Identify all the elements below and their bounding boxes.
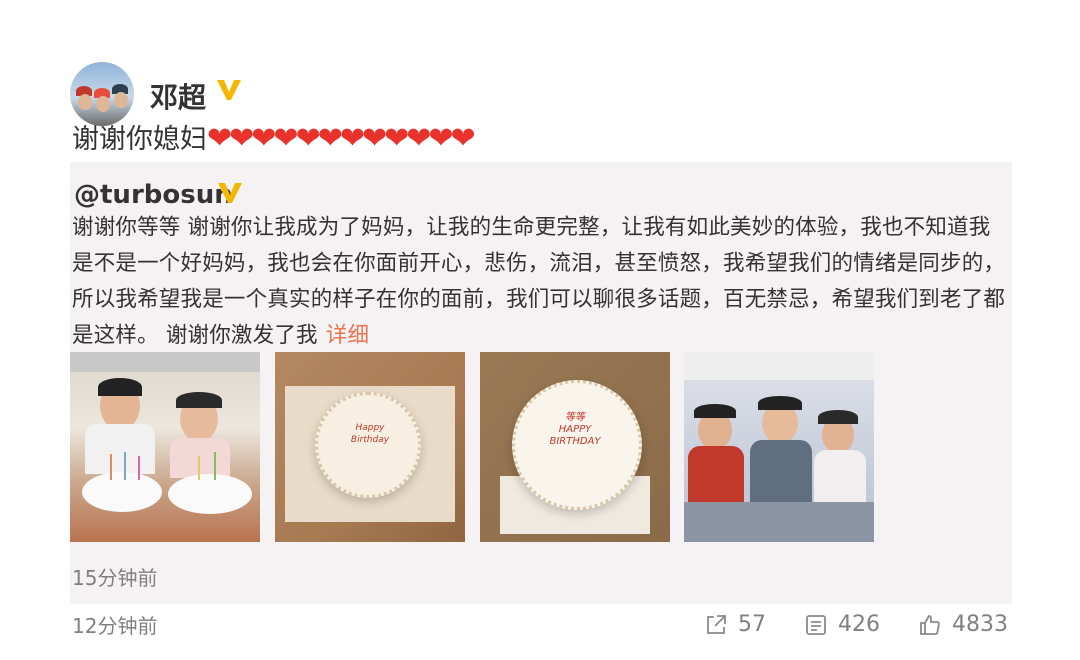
verified-icon [216,79,242,106]
verified-icon [217,182,243,209]
cake-inscription-1: Happy Birthday [350,423,390,445]
original-text-content: 谢谢你等等 谢谢你让我成为了妈妈，让我的生命更完整，让我有如此美妙的体验，我也不… [72,215,1006,348]
comment-icon [806,614,826,635]
cake-photo-2[interactable]: 等等 HAPPY BIRTHDAY [480,352,670,542]
thumbs-up-icon [920,614,940,635]
reposted-weibo[interactable]: @turbosun 谢谢你等等 谢谢你让我成为了妈妈，让我的生命更完整，让我有如… [70,162,1012,604]
comment-button[interactable]: 426 [804,612,880,637]
comment-count: 426 [838,612,880,637]
childhood-birthday-photo[interactable] [70,352,260,542]
heart-emoji: ❤ [273,121,299,156]
heart-emojis: ❤❤❤❤❤❤❤❤❤❤❤❤ [207,121,476,156]
post-time[interactable]: 12分钟前 [72,610,157,639]
heart-emoji: ❤ [428,121,454,156]
like-button[interactable]: 4833 [918,612,1008,637]
post-text-content: 谢谢你媳妇 [72,124,207,155]
original-post-time[interactable]: 15分钟前 [72,562,157,591]
share-icon [707,614,726,634]
heart-emoji: ❤ [295,121,321,156]
share-button[interactable]: 57 [704,612,766,637]
heart-emoji: ❤ [450,121,476,156]
cake-inscription-2: 等等 HAPPY BIRTHDAY [549,412,601,447]
three-girls-photo[interactable] [684,352,874,542]
detail-link[interactable]: 详细 [326,323,369,348]
original-author-name[interactable]: @turbosun [74,180,233,210]
avatar[interactable] [70,62,134,126]
like-count: 4833 [952,612,1008,637]
original-author[interactable]: @turbosun [74,180,233,210]
post-text: 谢谢你媳妇❤❤❤❤❤❤❤❤❤❤❤❤ [72,120,476,159]
share-count: 57 [738,612,766,637]
original-text: 谢谢你等等 谢谢你让我成为了妈妈，让我的生命更完整，让我有如此美妙的体验，我也不… [72,210,1007,354]
cake-photo-1[interactable]: Happy Birthday [275,352,465,542]
author-name[interactable]: 邓超 [150,76,206,116]
